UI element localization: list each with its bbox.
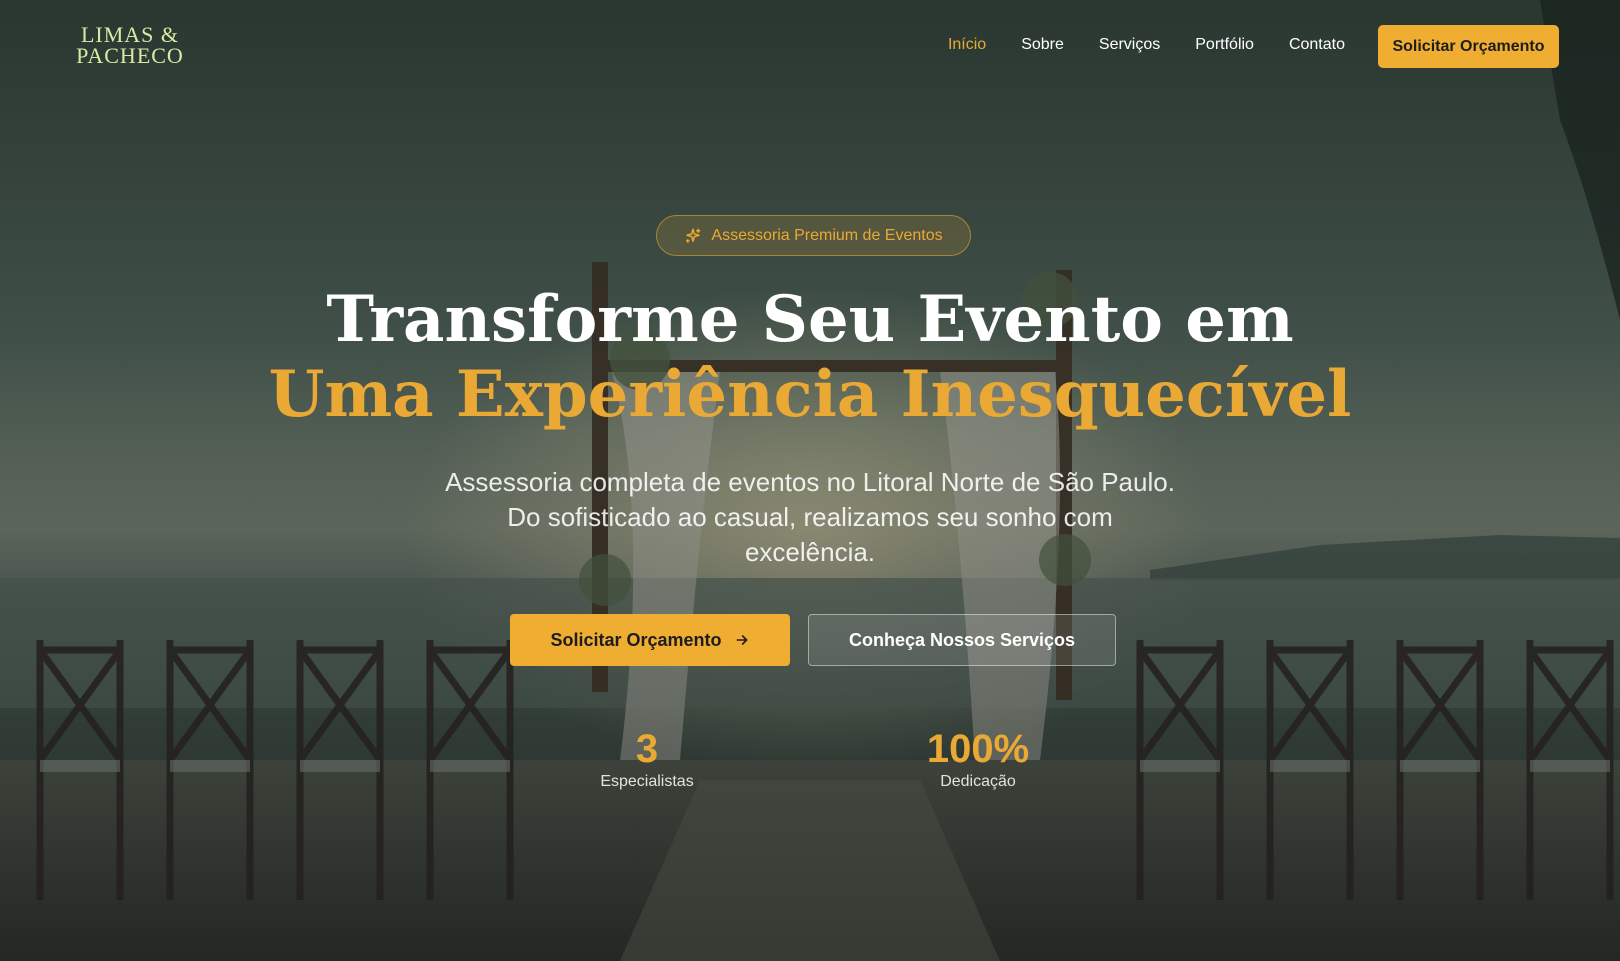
stat-value: 100% [926,727,1030,771]
hero-title: Transforme Seu Evento em Uma Experiência… [0,282,1620,432]
nav-link-servicos[interactable]: Serviços [1099,36,1160,54]
premium-badge: Assessoria Premium de Eventos [656,215,971,256]
request-quote-label: Solicitar Orçamento [550,629,722,650]
hero-section: Assessoria Premium de Eventos Transforme… [0,0,1620,961]
nav-link-portfolio[interactable]: Portfólio [1195,36,1254,54]
badge-label: Assessoria Premium de Eventos [711,226,943,244]
stat-dedication: 100% Dedicação [878,726,1078,792]
logo-line-1: LIMAS & [80,22,180,47]
site-header: LIMAS & PACHECO Início Sobre Serviços Po… [0,0,1620,92]
main-nav: Início Sobre Serviços Portfólio Contato [913,36,1345,54]
brand-logo[interactable]: LIMAS & PACHECO [75,22,185,68]
nav-link-inicio[interactable]: Início [948,36,986,54]
sparkle-icon [686,228,701,243]
hero-title-line-2: Uma Experiência Inesquecível [268,357,1352,432]
header-quote-button[interactable]: Solicitar Orçamento [1378,25,1559,68]
stat-specialists: 3 Especialistas [547,726,747,792]
request-quote-button[interactable]: Solicitar Orçamento [510,614,790,666]
arrow-right-icon [736,635,747,645]
stat-value: 3 [635,727,659,771]
stat-label: Especialistas [600,773,694,790]
logo-line-2: PACHECO [76,43,184,68]
nav-link-sobre[interactable]: Sobre [1021,36,1064,54]
stat-label: Dedicação [940,773,1016,790]
nav-link-contato[interactable]: Contato [1289,36,1345,54]
landing-page: LIMAS & PACHECO Início Sobre Serviços Po… [0,0,1620,961]
hero-subtitle: Assessoria completa de eventos no Litora… [445,467,1175,567]
hero-title-line-1: Transforme Seu Evento em [326,282,1294,357]
services-button[interactable]: Conheça Nossos Serviços [808,614,1116,666]
